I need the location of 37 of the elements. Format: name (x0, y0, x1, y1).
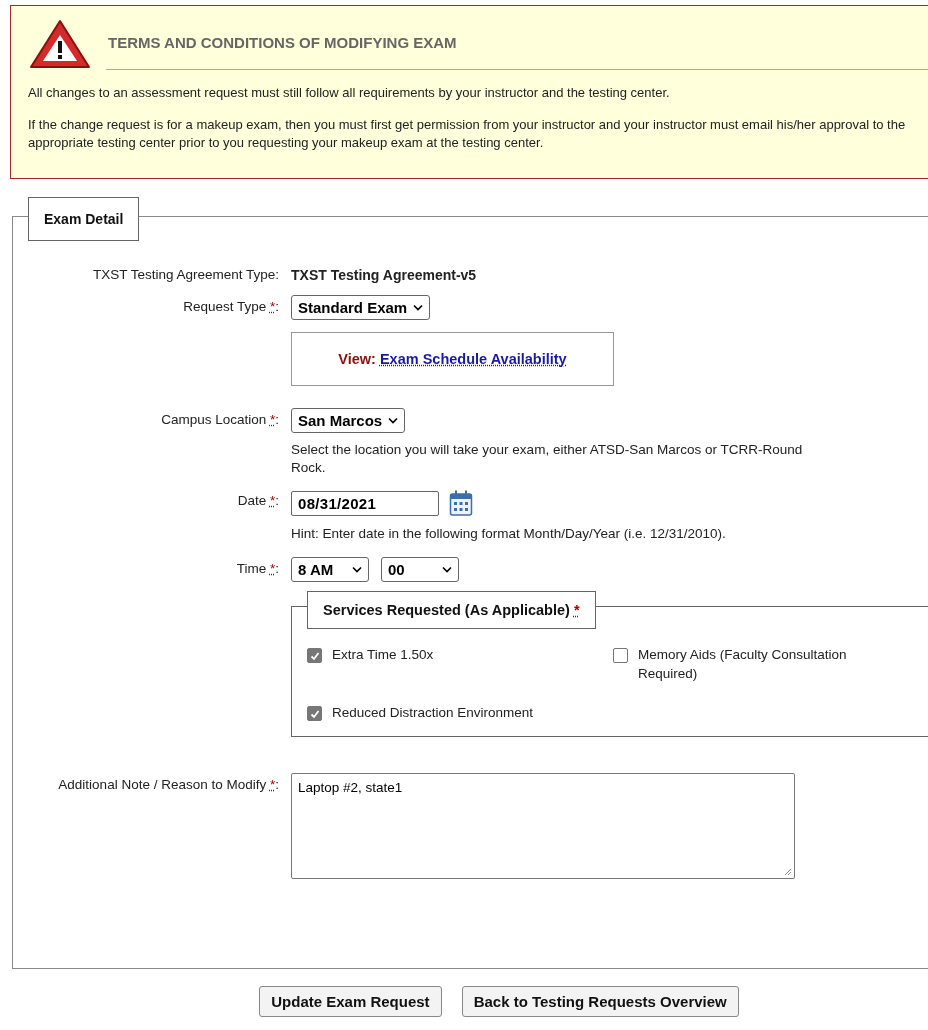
services-legend: Services Requested (As Applicable) * (307, 591, 596, 629)
campus-select[interactable]: San Marcos (291, 408, 406, 433)
schedule-availability-link[interactable]: Exam Schedule Availability (379, 351, 567, 367)
notice-title: TERMS AND CONDITIONS OF MODIFYING EXAM (106, 18, 928, 70)
notice-text: If the change request is for a makeup exam, then you must first get permission from your instructor and your instructor must email his/her approval to the appropriate testing center prior to you requesting your makeup exam at the testing center. (28, 116, 907, 152)
checkbox-label: Reduced Distraction Environment (332, 704, 535, 722)
notice-text: All changes to an assessment request must still follow all requirements by your instructor and the testing center. (28, 84, 671, 102)
field-label: Date *: (237, 493, 279, 508)
caret-icon (388, 417, 399, 424)
checkbox[interactable] (307, 706, 322, 721)
resize-grip-icon[interactable] (782, 866, 792, 876)
field-label: Request Type *: (183, 299, 279, 314)
request-type-select[interactable]: Standard Exam (291, 295, 431, 320)
minute-select[interactable]: 00 (381, 557, 459, 582)
field-label: Campus Location *: (161, 412, 279, 427)
calendar-icon[interactable] (449, 489, 473, 517)
checkbox[interactable] (613, 648, 628, 663)
field-label: Time *: (236, 561, 279, 576)
form-button[interactable]: Update Exam Request (259, 986, 442, 1017)
form-button[interactable]: Back to Testing Requests Overview (461, 986, 739, 1017)
caret-icon (413, 304, 424, 311)
view-label: View: (338, 351, 376, 367)
checkbox[interactable] (307, 648, 322, 663)
checkbox-label: Memory Aids (Faculty Consultation Required) (638, 646, 848, 683)
checkbox-label: Extra Time 1.50x (332, 646, 435, 664)
note-textarea[interactable]: Laptop #2, state1 (291, 773, 795, 879)
warning-icon (28, 18, 92, 70)
hint-text: Hint: Enter date in the following format Month/Day/Year (i.e. 12/31/2010). (291, 525, 727, 543)
caret-icon (352, 566, 362, 573)
field-label: Additional Note / Reason to Modify *: (58, 777, 279, 792)
caret-icon (442, 566, 452, 573)
exam-detail-legend: Exam Detail (28, 197, 140, 241)
hint-text: Select the location you will take your exam, either ATSD-San Marcos or TCRR-Round Rock. (291, 441, 804, 477)
hour-select[interactable]: 8 AM (291, 557, 369, 582)
field-label: TXST Testing Agreement Type: (92, 267, 279, 282)
agreement-type-value: TXST Testing Agreement-v5 (291, 266, 477, 283)
date-field[interactable]: 08/31/2021 (291, 490, 439, 516)
